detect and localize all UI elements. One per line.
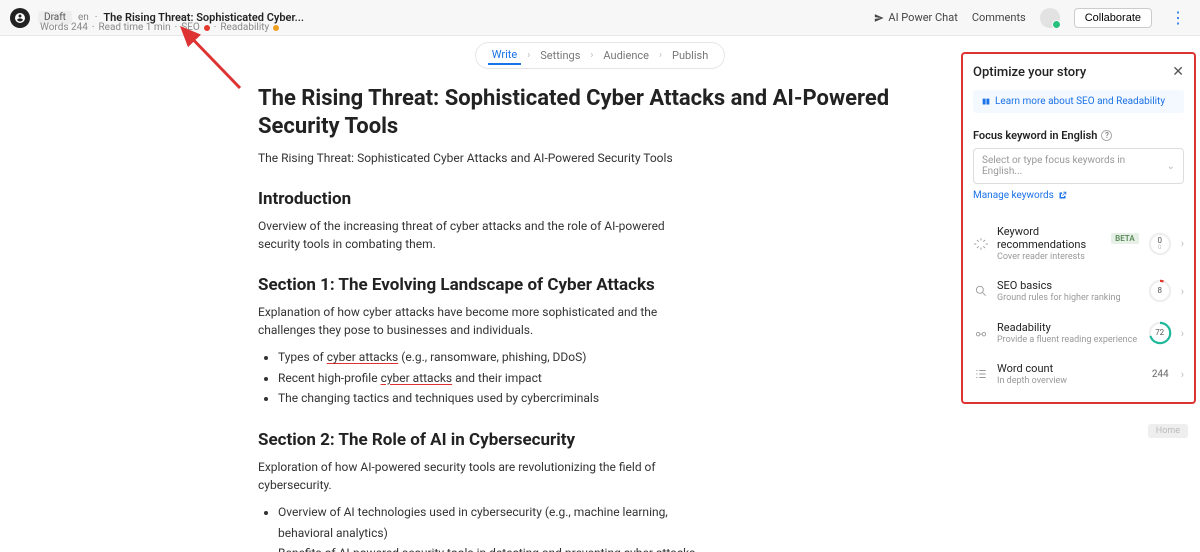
optimize-panel: Optimize your story ✕ Learn more about S… [961,52,1196,404]
tab-settings[interactable]: Settings [536,47,584,64]
user-avatar[interactable] [1040,8,1060,28]
chevron-right-icon: › [527,50,530,61]
intro-paragraph[interactable]: Overview of the increasing threat of cyb… [258,217,698,253]
intro-heading[interactable]: Introduction [258,189,958,209]
tab-publish[interactable]: Publish [668,47,712,64]
send-icon [874,13,884,23]
chevron-right-icon: › [590,50,593,61]
sparkle-icon [973,236,989,252]
section2-paragraph[interactable]: Exploration of how AI-powered security t… [258,458,698,494]
help-icon[interactable]: ? [1101,130,1112,141]
readability-meta-label: Readability [220,22,269,33]
glasses-icon [973,325,989,341]
list-item[interactable]: Overview of AI technologies used in cybe… [278,502,718,543]
chevron-down-icon: ⌄ [1167,161,1175,172]
focus-keyword-label: Focus keyword in English ? [973,129,1184,142]
word-count-row[interactable]: Word count In depth overview 244 › [973,354,1184,394]
section1-heading[interactable]: Section 1: The Evolving Landscape of Cyb… [258,275,958,295]
list-item[interactable]: Benefits of AI-powered security tools in… [278,543,718,552]
readability-row[interactable]: Readability Provide a fluent reading exp… [973,312,1184,354]
focus-keyword-select[interactable]: Select or type focus keywords in English… [973,148,1184,184]
topbar: Draft en · The Rising Threat: Sophistica… [0,0,1200,36]
chevron-right-icon: › [1181,237,1184,250]
external-link-icon [1058,191,1067,200]
article-h1[interactable]: The Rising Threat: Sophisticated Cyber A… [258,85,958,141]
gauge-recommendations: 00 [1147,231,1173,257]
learn-more-link[interactable]: Learn more about SEO and Readability [973,90,1184,113]
word-count-value: 244 [1152,369,1169,380]
article-subtitle[interactable]: The Rising Threat: Sophisticated Cyber A… [258,149,698,167]
app-logo[interactable] [10,8,30,28]
collaborate-button[interactable]: Collaborate [1074,8,1152,28]
tab-write[interactable]: Write [488,46,521,65]
ai-power-chat-link[interactable]: AI Power Chat [874,11,957,24]
book-icon [981,97,991,107]
article-editor[interactable]: The Rising Threat: Sophisticated Cyber A… [258,85,958,552]
list-item[interactable]: Recent high-profile cyber attacks and th… [278,368,718,388]
chevron-right-icon: › [1181,327,1184,340]
seo-status-dot-icon [204,25,210,31]
seo-meta-label: SEO [181,22,200,33]
section2-heading[interactable]: Section 2: The Role of AI in Cybersecuri… [258,430,958,450]
chevron-right-icon: › [1181,368,1184,381]
optimize-title: Optimize your story [973,65,1086,80]
gauge-readability: 72 [1147,320,1173,346]
chevron-right-icon: › [659,50,662,61]
read-time-meta: Read time 1 min [99,22,171,33]
logo-icon [14,12,26,24]
gauge-seo: 8 [1147,278,1173,304]
beta-badge: BETA [1111,233,1139,244]
readability-status-dot-icon [273,25,279,31]
chevron-right-icon: › [1181,285,1184,298]
seo-basics-row[interactable]: SEO basics Ground rules for higher ranki… [973,270,1184,312]
more-menu-icon[interactable]: ⋮ [1166,8,1190,27]
list-item[interactable]: The changing tactics and techniques used… [278,388,718,408]
comments-link[interactable]: Comments [972,11,1026,24]
manage-keywords-link[interactable]: Manage keywords [973,190,1184,201]
list-item[interactable]: Types of cyber attacks (e.g., ransomware… [278,347,718,367]
list-icon [973,366,989,382]
keyword-recommendations-row[interactable]: Keyword recommendationsBETA Cover reader… [973,217,1184,270]
tab-audience[interactable]: Audience [599,47,653,64]
home-chip[interactable]: Home [1148,424,1188,438]
search-icon [973,283,989,299]
close-icon[interactable]: ✕ [1172,64,1184,80]
section1-paragraph[interactable]: Explanation of how cyber attacks have be… [258,303,698,339]
word-count-meta: Words 244 [40,22,88,33]
meta-bar: Words 244 · Read time 1 min · SEO · Read… [40,22,279,33]
